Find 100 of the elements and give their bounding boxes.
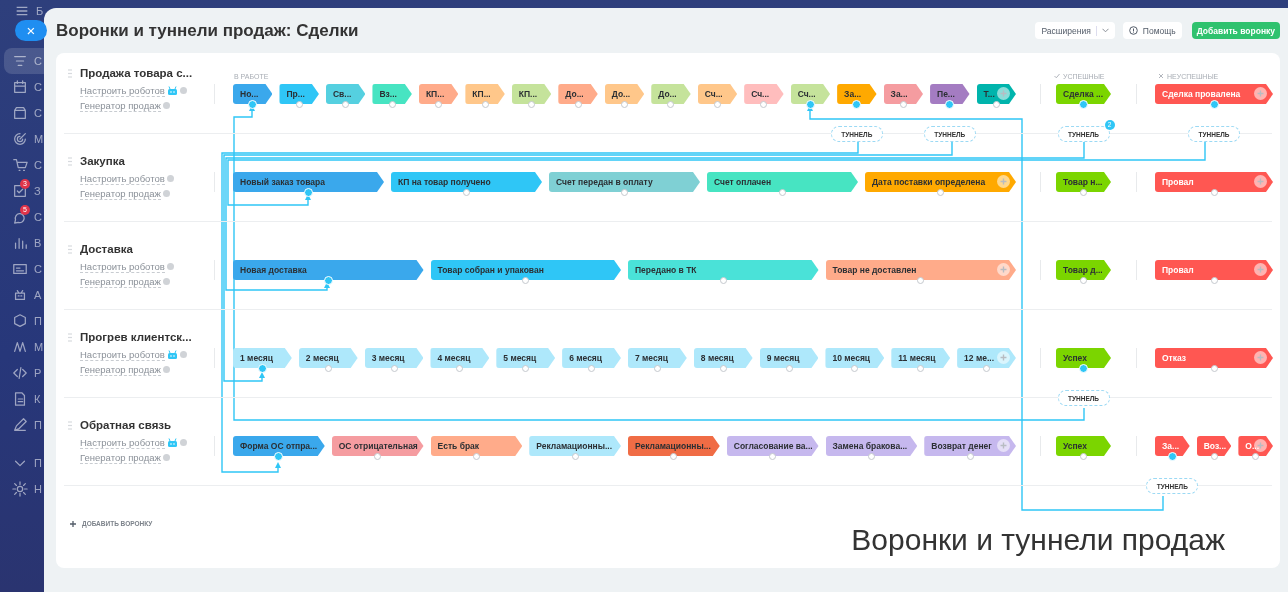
stage-chip[interactable]: Замена бракова...	[825, 436, 918, 456]
connection-dot[interactable]	[653, 365, 661, 372]
connection-dot[interactable]	[760, 101, 768, 108]
stage-chip[interactable]: До...	[651, 84, 691, 104]
connection-dot[interactable]	[528, 101, 536, 108]
connection-dot[interactable]	[295, 101, 303, 108]
help-icon[interactable]	[179, 351, 187, 358]
stage-chip[interactable]: Сч...	[697, 84, 738, 104]
stage-chip[interactable]: 12 ме...	[957, 348, 1016, 368]
sidebar-item[interactable]: П	[4, 412, 44, 438]
connection-dot[interactable]	[769, 453, 777, 460]
stage-chip[interactable]: Дата поставки определена	[865, 172, 1016, 192]
connection-dot[interactable]	[522, 277, 530, 284]
connection-dot[interactable]	[390, 365, 398, 372]
plus-icon[interactable]	[1254, 351, 1267, 364]
stage-chip[interactable]: Товар не доставлен	[825, 260, 1016, 280]
stage-chip[interactable]: КП...	[465, 84, 505, 104]
sidebar-item[interactable]: Н	[4, 476, 44, 502]
stage-chip[interactable]: Рекламационны...	[529, 436, 621, 456]
connection-dot[interactable]	[713, 101, 721, 108]
connection-dot[interactable]	[851, 365, 859, 372]
stage-chip[interactable]: Счет оплачен	[707, 172, 858, 192]
settings-link[interactable]: Генератор продаж	[80, 451, 161, 464]
help-icon[interactable]	[162, 366, 170, 373]
help-icon[interactable]	[179, 439, 187, 446]
connection-dot[interactable]	[779, 189, 786, 196]
sidebar-item[interactable]: П	[4, 308, 44, 334]
connection-dot[interactable]	[522, 365, 530, 372]
stage-chip[interactable]: Сч...	[790, 84, 831, 104]
sidebar-item[interactable]: М	[4, 126, 44, 152]
plus-icon[interactable]	[996, 87, 1010, 100]
connection-dot[interactable]	[456, 365, 464, 372]
connection-dot[interactable]	[1080, 189, 1087, 196]
connection-dot[interactable]	[621, 101, 628, 108]
stage-chip[interactable]: За...	[837, 84, 877, 104]
sidebar-item[interactable]: К	[4, 386, 44, 412]
stage-chip[interactable]: Вз...	[372, 84, 412, 104]
sidebar-item[interactable]: В	[4, 230, 44, 256]
stage-chip[interactable]: КП...	[511, 84, 552, 104]
connection-dot[interactable]	[463, 189, 470, 196]
sidebar-item[interactable]: С	[4, 256, 44, 282]
plus-icon[interactable]	[997, 175, 1010, 188]
help-icon[interactable]	[179, 87, 187, 94]
connection-dot[interactable]	[937, 189, 944, 196]
connection-dot[interactable]	[342, 101, 350, 108]
stage-chip[interactable]: Товар д...	[1056, 260, 1111, 280]
settings-link[interactable]: Генератор продаж	[80, 363, 161, 376]
connection-dot[interactable]	[1080, 277, 1087, 284]
plus-icon[interactable]	[997, 439, 1010, 452]
stage-chip[interactable]: Т...	[976, 84, 1016, 104]
sidebar-item[interactable]: М	[4, 334, 44, 360]
connection-dot[interactable]	[1210, 277, 1218, 284]
connection-dot[interactable]	[588, 365, 596, 372]
stage-chip[interactable]: КП на товар получено	[391, 172, 542, 192]
sidebar-item[interactable]: П	[4, 450, 44, 476]
stage-chip[interactable]: Пе...	[930, 84, 970, 104]
stage-chip[interactable]: Передано в ТК	[628, 260, 819, 280]
connection-dot[interactable]	[1210, 365, 1218, 372]
connection-dot[interactable]	[719, 277, 727, 284]
stage-chip[interactable]: Успех	[1056, 436, 1111, 456]
connection-dot[interactable]	[899, 101, 907, 108]
sidebar-item[interactable]: С	[4, 100, 44, 126]
stage-chip[interactable]: Сделка ...	[1056, 84, 1111, 104]
stage-chip[interactable]: Есть брак	[430, 436, 523, 456]
connection-dot[interactable]	[324, 365, 332, 372]
stage-chip[interactable]: Пр...	[279, 84, 319, 104]
stage-chip[interactable]: Форма ОС отпра...	[233, 436, 325, 456]
stage-chip[interactable]: Возврат денег	[924, 436, 1016, 456]
connection-dot[interactable]	[1210, 453, 1218, 460]
plus-icon[interactable]	[997, 263, 1010, 276]
sidebar-item[interactable]: С	[4, 152, 44, 178]
settings-link[interactable]: Генератор продаж	[80, 275, 161, 288]
settings-link[interactable]: Генератор продаж	[80, 99, 161, 112]
stage-chip[interactable]: 7 месяц	[627, 348, 687, 368]
connection-dot[interactable]	[1080, 453, 1087, 460]
stage-chip[interactable]: 9 месяц	[759, 348, 819, 368]
stage-chip[interactable]: Новый заказ товара	[233, 172, 384, 192]
plus-icon[interactable]	[1254, 87, 1267, 100]
sidebar-item[interactable]: А	[4, 282, 44, 308]
stage-chip[interactable]: 6 месяц	[562, 348, 621, 368]
connection-dot[interactable]	[719, 365, 727, 372]
stage-chip[interactable]: 8 месяц	[693, 348, 753, 368]
stage-chip[interactable]: Счет передан в оплату	[549, 172, 700, 192]
help-icon[interactable]	[162, 102, 170, 109]
settings-link[interactable]: Генератор продаж	[80, 187, 161, 200]
sidebar-item[interactable]: С	[4, 74, 44, 100]
stage-chip[interactable]: Но...	[233, 84, 273, 104]
stage-chip[interactable]: ОС отрицательная	[331, 436, 424, 456]
connection-dot[interactable]	[966, 453, 974, 460]
connection-dot[interactable]	[621, 189, 628, 196]
stage-chip[interactable]: 11 месяц	[891, 348, 951, 368]
connection-dot[interactable]	[472, 453, 480, 460]
stage-chip[interactable]: Согласование ва...	[726, 436, 819, 456]
connection-dot[interactable]	[917, 277, 925, 284]
plus-icon[interactable]	[996, 351, 1010, 364]
connection-dot[interactable]	[992, 101, 1000, 108]
connection-dot[interactable]	[785, 365, 793, 372]
connection-dot[interactable]	[917, 365, 925, 372]
stage-chip[interactable]: 2 месяц	[298, 348, 358, 368]
plus-icon[interactable]	[1254, 175, 1267, 188]
